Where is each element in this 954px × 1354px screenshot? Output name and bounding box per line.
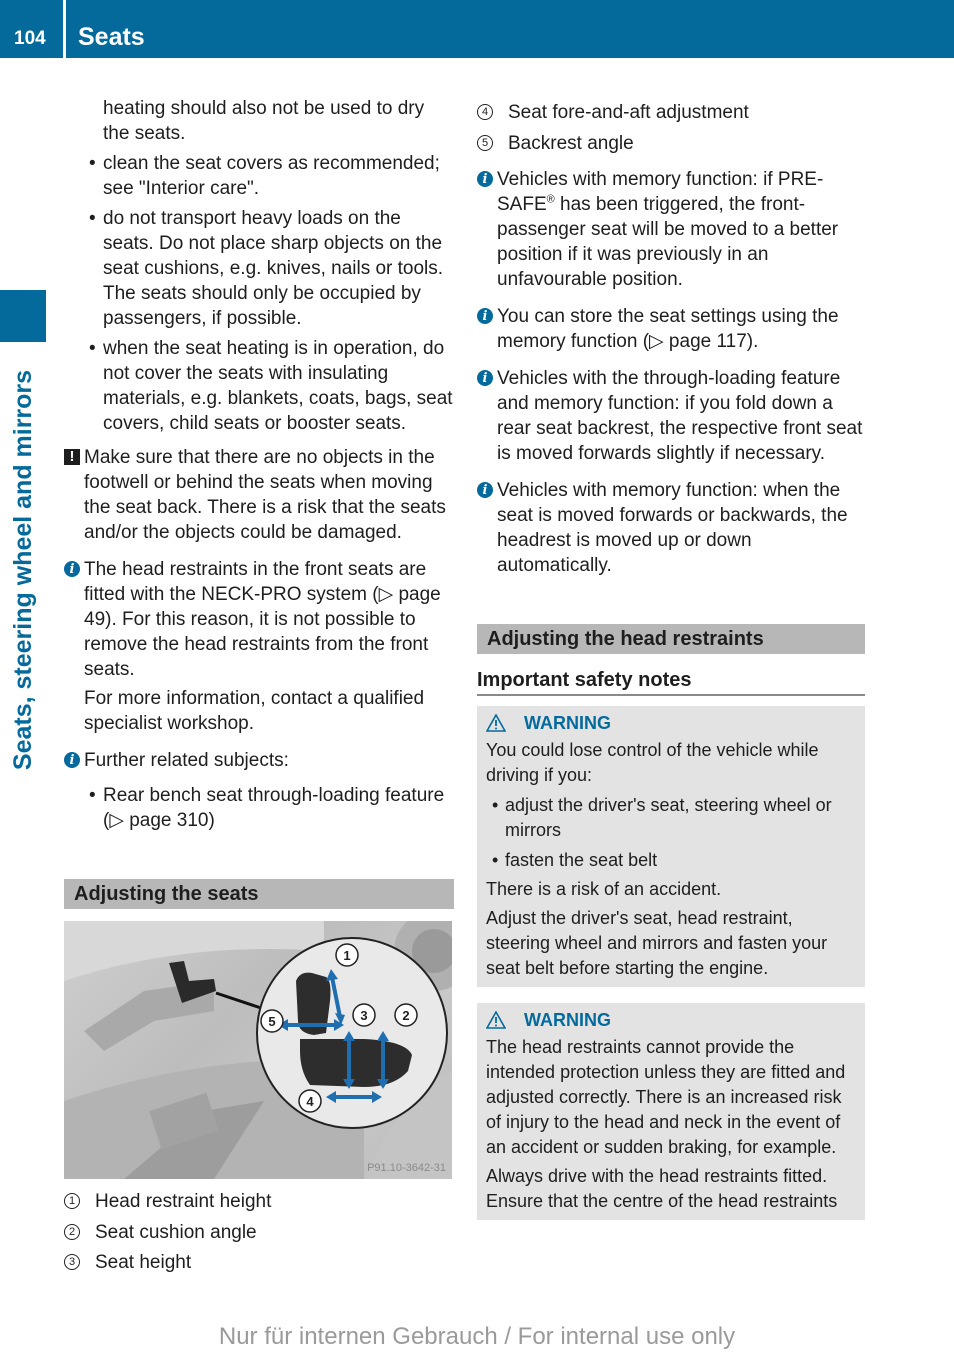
section-heading-head-restraints: Adjusting the head restraints [477,624,865,654]
related-link[interactable]: Rear bench seat through-loading feature … [84,783,454,833]
info-icon: i [64,752,80,768]
subheading-safety-notes: Important safety notes [477,666,865,696]
figure-legend: 1 Head restraint height 2 Seat cushion a… [64,1187,454,1279]
left-column: heating should also not be used to dry t… [64,96,454,1279]
number-circle-icon: 1 [64,1193,80,1209]
info-text: Further related subjects: [84,750,289,771]
section-heading-adjusting-seats: Adjusting the seats [64,879,454,909]
legend-item: 4 Seat fore-and-aft adjustment [477,98,865,129]
caution-note: ! Make sure that there are no objects in… [64,445,454,545]
info-text: Vehicles with memory function: when the … [497,480,848,576]
info-text: Vehicles with the through-loading featur… [497,368,863,464]
warning-box: WARNING You could lose control of the ve… [477,706,865,987]
care-bullet-list: clean the seat covers as recommended; se… [64,151,454,436]
warning-box: WARNING The head restraints cannot provi… [477,1003,865,1220]
chapter-side-label: Seats, steering wheel and mirrors [9,369,37,771]
seat-controls-illustration: 1 2 3 4 5 P91.10-3642-31 [64,921,452,1179]
figure-code: P91.10-3642-31 [367,1162,446,1174]
legend-label: Seat cushion angle [95,1221,257,1243]
info-note-through-loading: i Vehicles with the through-loading feat… [477,366,865,466]
info-note-presafe: i Vehicles with memory function: if PRE-… [477,167,865,292]
warning-triangle-icon [486,714,506,732]
exclamation-icon: ! [64,449,80,465]
info-text: Vehicles with memory function: if PRE-SA… [497,167,865,292]
warning-action: Adjust the driver's seat, head restraint… [486,908,828,978]
legend-item: 2 Seat cushion angle [64,1218,454,1249]
info-text: You can store the seat settings using th… [497,306,839,352]
chapter-title: Seats [78,23,145,51]
callout-5: 5 [268,1014,275,1029]
info-note-memory: i You can store the seat settings using … [477,304,865,354]
warning-bullet-list: adjust the driver's seat, steering wheel… [486,793,856,873]
info-icon: i [477,171,493,187]
list-item: adjust the driver's seat, steering wheel… [486,793,856,843]
list-item: clean the seat covers as recommended; se… [64,151,454,201]
legend-item: 1 Head restraint height [64,1187,454,1218]
info-note-neck-pro: i The head restraints in the front seats… [64,557,454,736]
warning-title: WARNING [486,710,856,736]
legend-item: 5 Backrest angle [477,129,865,160]
legend-label: Seat fore-and-aft adjustment [508,102,749,123]
number-circle-icon: 2 [64,1223,80,1240]
number-circle-icon: 5 [477,134,493,151]
warning-triangle-icon [486,1011,506,1029]
info-icon: i [64,561,80,577]
info-text: The head restraints in the front seats a… [84,559,441,680]
callout-4: 4 [306,1094,314,1109]
info-icon: i [477,370,493,386]
warning-intro: You could lose control of the vehicle wh… [486,740,819,785]
warning-title: WARNING [486,1007,856,1033]
info-icon: i [477,308,493,324]
warning-risk: There is a risk of an accident. [486,879,722,899]
header-divider [63,0,66,58]
related-list: Rear bench seat through-loading feature … [84,783,454,833]
continued-text: heating should also not be used to dry t… [103,98,425,144]
info-text-part: has been triggered, the front-passenger … [497,194,839,290]
legend-label: Seat height [95,1252,192,1273]
figure-legend-continued: 4 Seat fore-and-aft adjustment 5 Backres… [477,98,865,159]
warning-label: WARNING [524,1010,611,1030]
callout-2: 2 [402,1008,409,1023]
chapter-tab-marker [0,290,46,342]
info-note-headrest: i Vehicles with memory function: when th… [477,478,865,578]
right-column: 4 Seat fore-and-aft adjustment 5 Backres… [477,98,865,1220]
internal-use-watermark: Nur für internen Gebrauch / For internal… [218,1323,736,1350]
legend-item: 3 Seat height [64,1248,454,1279]
info-icon: i [477,482,493,498]
info-extra-text: For more information, contact a qualifie… [84,688,425,734]
legend-label: Backrest angle [508,132,634,154]
callout-1: 1 [343,948,350,963]
number-circle-icon: 3 [64,1254,80,1270]
warning-label: WARNING [524,713,611,733]
number-circle-icon: 4 [477,104,493,120]
page-header: 104 Seats [0,0,954,58]
warning-text: The head restraints cannot provide the i… [486,1037,846,1157]
list-item: do not transport heavy loads on the seat… [64,206,454,331]
caution-text: Make sure that there are no objects in t… [84,447,446,543]
page-number: 104 [14,28,46,49]
list-item: fasten the seat belt [486,848,856,873]
warning-text: Always drive with the head restraints fi… [486,1166,838,1211]
registered-mark: ® [546,193,555,206]
seat-controls-figure: 1 2 3 4 5 P91.10-3642-31 [64,921,452,1179]
callout-3: 3 [360,1008,367,1023]
info-note-related: i Further related subjects: Rear bench s… [64,748,454,833]
legend-label: Head restraint height [95,1191,272,1212]
list-item: when the seat heating is in operation, d… [64,336,454,436]
